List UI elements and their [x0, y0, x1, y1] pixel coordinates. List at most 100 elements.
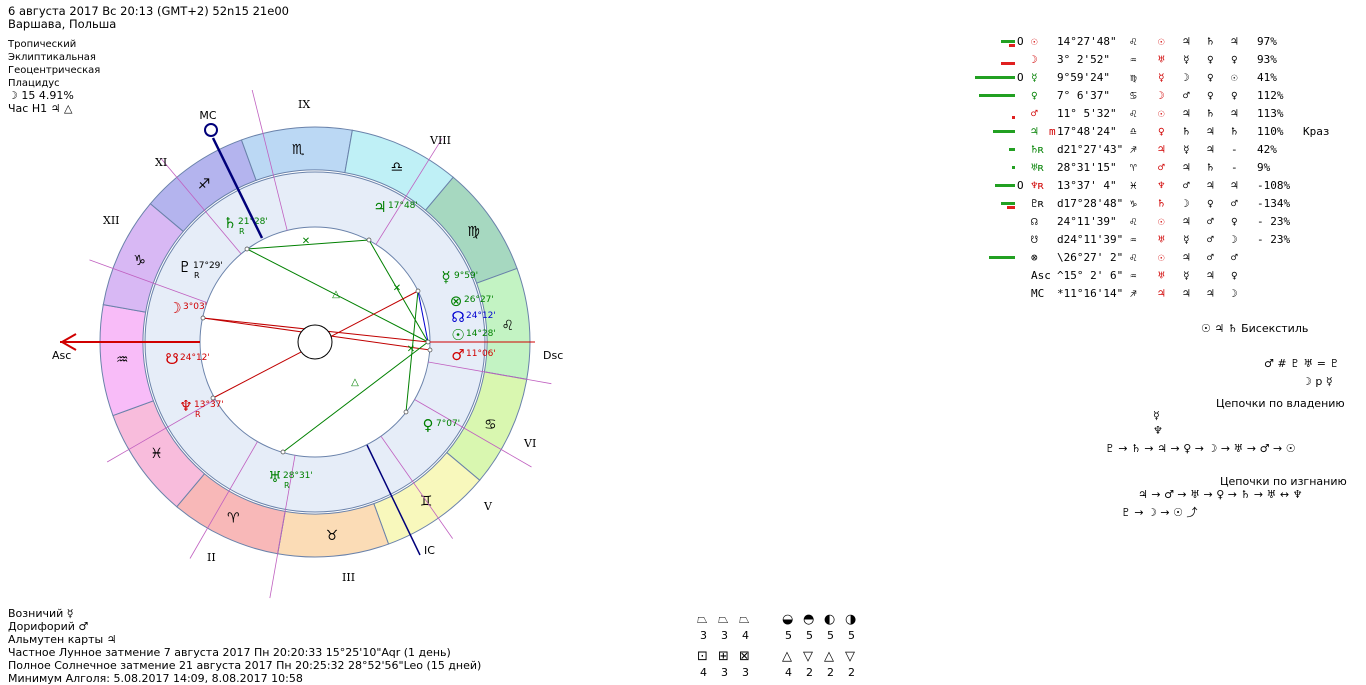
planet-glyph-icon[interactable]: ♇ — [178, 258, 191, 276]
ruler-1: ♅ — [1158, 53, 1165, 66]
aspect-endpoint — [366, 237, 372, 243]
ruler-2: ☿ — [1183, 53, 1190, 66]
ruler-3: ♃ — [1207, 179, 1214, 192]
aspect-symbol-icon: △ — [332, 289, 340, 300]
ruler-4: - — [1231, 161, 1238, 174]
ruler-1: ♅ — [1158, 269, 1165, 282]
weakness-bar — [1001, 62, 1015, 65]
planet-glyph: ☉ — [1031, 35, 1038, 48]
planet-mark: O — [1017, 179, 1024, 192]
house-label-v: V — [483, 500, 493, 513]
strength-bar — [993, 130, 1015, 133]
doryphory-line: Дорифорий ♂ — [8, 620, 89, 633]
planet-position: 28°31'15" — [1057, 161, 1117, 174]
ruler-3: ♃ — [1207, 269, 1214, 282]
stat-symbol-icon: ⏢ — [697, 612, 708, 627]
planet-glyph: ☿ — [1031, 71, 1038, 84]
planet-sign: ♓ — [1130, 179, 1137, 192]
planet-table-row: O ☉ 14°27'48" ♌ ☉ ♃ ♄ ♃ 97% — [975, 33, 1305, 51]
ruler-3: ♄ — [1207, 35, 1214, 48]
house-label-iii: III — [342, 571, 355, 584]
house-label-ii: II — [207, 551, 216, 564]
planet-glyph-icon[interactable]: ☉ — [451, 326, 464, 344]
ruler-1: ☉ — [1158, 35, 1165, 48]
stat-symbol-icon: △ — [782, 649, 792, 664]
stat-symbol-icon: ◓ — [803, 612, 815, 627]
planet-sign: ♌ — [1130, 215, 1137, 228]
ruler-3: ♀ — [1207, 53, 1214, 66]
stat-count: 5 — [785, 629, 792, 642]
planet-glyph: ♇ʀ — [1031, 197, 1045, 210]
planet-glyph-icon[interactable]: ♆ — [179, 397, 192, 415]
planet-glyph-icon[interactable]: ♂ — [451, 346, 464, 364]
scorpio-icon: ♏ — [292, 142, 305, 158]
planet-degree-label: 28°31' — [283, 471, 313, 481]
stat-count: 5 — [827, 629, 834, 642]
planet-percent: 113% — [1257, 107, 1284, 120]
planet-glyph-icon[interactable]: ♀ — [423, 416, 434, 434]
planet-glyph-icon[interactable]: ☋ — [165, 350, 178, 368]
planet-position: 11° 5'32" — [1057, 107, 1117, 120]
planet-table-row: ♃ m 17°48'24" ♎ ♀ ♄ ♃ ♄ 110% Краз — [975, 123, 1330, 141]
planet-note: Краз — [1303, 125, 1330, 138]
ruler-2: ☿ — [1183, 269, 1190, 282]
ruler-4: ♂ — [1231, 251, 1238, 264]
planet-table-row: ☽ 3° 2'52" ♒ ♅ ☿ ♀ ♀ 93% — [975, 51, 1305, 69]
ruler-4: ♃ — [1231, 107, 1238, 120]
planet-sign: ♋ — [1130, 89, 1137, 102]
strength-bar — [979, 94, 1015, 97]
chains-ownership-title: Цепочки по владению — [1216, 397, 1345, 410]
strength-bar — [1009, 148, 1015, 151]
planet-glyph: ☋ — [1031, 233, 1038, 246]
ruler-4: ☽ — [1231, 233, 1238, 246]
ruler-3: ♂ — [1207, 215, 1214, 228]
planet-glyph-icon[interactable]: ♃ — [373, 198, 386, 216]
natal-chart-wheel[interactable]: ♐♏♎♍♌♋♊♉♈♓♒♑ ✕△✕△✕ ♄21°28'R♃17°48'♇17°29… — [0, 90, 620, 600]
stat-symbol-icon: ◐ — [824, 612, 836, 627]
planet-degree-label: 3°03' — [183, 302, 207, 312]
ruler-1: ♀ — [1158, 125, 1165, 138]
planet-mark: O — [1017, 35, 1024, 48]
planet-position: *11°16'14" — [1057, 287, 1124, 300]
bisextile-label: ☉ ♃ ♄ Бисекстиль — [1201, 322, 1309, 335]
planet-percent: 9% — [1257, 161, 1271, 174]
weakness-bar — [1007, 206, 1015, 209]
planet-degree-label: 24°12' — [466, 311, 496, 321]
ruler-4: ♂ — [1231, 197, 1238, 210]
strength-bar — [975, 76, 1015, 79]
planet-glyph: ☽ — [1031, 53, 1038, 66]
planet-degree-label: 7°07' — [436, 419, 460, 429]
planet-glyph-icon[interactable]: ♅ — [268, 468, 281, 486]
setting-coordinates: Эклиптикальная — [8, 52, 96, 63]
planet-positions-table: O ☉ 14°27'48" ♌ ☉ ♃ ♄ ♃ 97% ☽ 3° 2'52" ♒ ♅ ☿ ♀ ♀ 93% O ☿ 9°… — [975, 33, 1330, 303]
planet-sign: ♌ — [1130, 35, 1137, 48]
planet-glyph: ♂ — [1031, 107, 1038, 120]
cancer-icon: ♋ — [484, 417, 497, 433]
chart-location: Варшава, Польша — [8, 17, 117, 31]
planet-degree-label: 13°37' — [194, 400, 224, 410]
solar-eclipse-line: Полное Солнечное затмение 21 августа 201… — [8, 659, 482, 672]
stat-count: 2 — [827, 666, 834, 679]
planet-glyph-icon[interactable]: ♄ — [223, 214, 236, 232]
planet-glyph-icon[interactable]: ☿ — [441, 268, 450, 286]
strength-bar — [1001, 40, 1015, 43]
planet-sign: ♎ — [1130, 125, 1137, 138]
chains-ownership-top-2: ♆ — [1153, 424, 1163, 437]
ruler-1: ♆ — [1158, 179, 1165, 192]
ruler-2: ♂ — [1183, 89, 1190, 102]
planet-glyph-icon[interactable]: ☽ — [168, 299, 181, 317]
planet-table-row: ♄ʀ d21°27'43" ♐ ♃ ☿ ♃ - 42% — [975, 141, 1305, 159]
retrograde-marker: R — [284, 481, 290, 490]
planet-sign: ♐ — [1130, 287, 1137, 300]
ruler-2: ☽ — [1183, 71, 1190, 84]
ruler-4: ☽ — [1231, 287, 1238, 300]
aries-icon: ♈ — [227, 510, 240, 526]
ruler-3: ♃ — [1207, 287, 1214, 300]
planet-table-row: O ♆ʀ 13°37' 4" ♓ ♆ ♂ ♃ ♃ -108% — [975, 177, 1305, 195]
ruler-3: ♄ — [1207, 161, 1214, 174]
sagittarius-icon: ♐ — [198, 176, 211, 192]
planet-glyph-icon[interactable]: ☊ — [451, 308, 464, 326]
planet-table-row: ⊗ \26°27' 2" ♌ ☉ ♃ ♂ ♂ — [975, 249, 1305, 267]
ruler-1: ♄ — [1158, 197, 1165, 210]
planet-position: d24°11'39" — [1057, 233, 1124, 246]
